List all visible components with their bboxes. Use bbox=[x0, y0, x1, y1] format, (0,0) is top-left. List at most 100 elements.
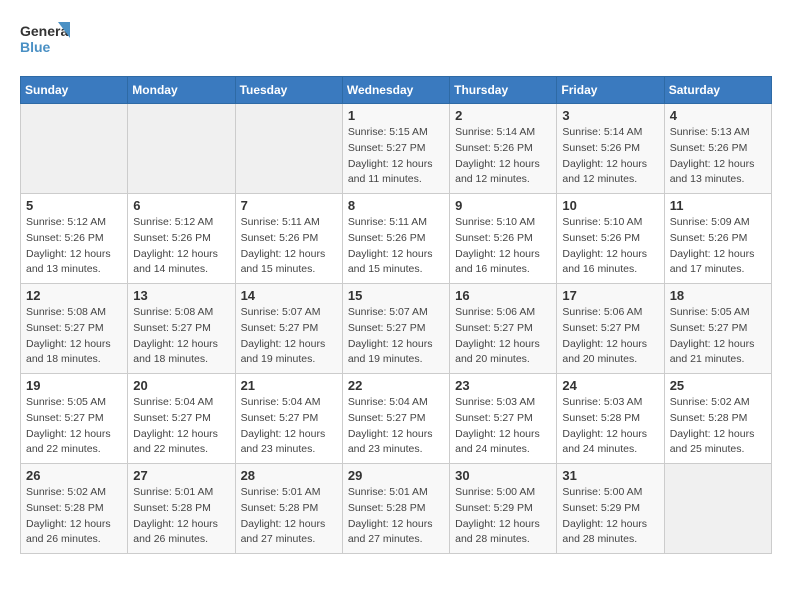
calendar-cell: 28 Sunrise: 5:01 AM Sunset: 5:28 PM Dayli… bbox=[235, 464, 342, 554]
calendar-cell bbox=[664, 464, 771, 554]
calendar-week-row: 5Sunrise: 5:12 AM Sunset: 5:26 PM Daylig… bbox=[21, 194, 772, 284]
day-number: 25 bbox=[670, 378, 766, 393]
day-info: Sunrise: 5:02 AM Sunset: 5:28 PM Dayligh… bbox=[670, 395, 766, 458]
day-number: 16 bbox=[455, 288, 551, 303]
page-header: GeneralBlue bbox=[20, 20, 772, 60]
calendar-cell: 8 Sunrise: 5:11 AM Sunset: 5:26 PM Daylig… bbox=[342, 194, 449, 284]
day-info: Sunrise: 5:01 AM Sunset: 5:28 PM Dayligh… bbox=[348, 485, 444, 548]
calendar-body: 1 Sunrise: 5:15 AM Sunset: 5:27 PM Daylig… bbox=[21, 104, 772, 554]
day-number: 31 bbox=[562, 468, 658, 483]
calendar-cell: 5Sunrise: 5:12 AM Sunset: 5:26 PM Daylig… bbox=[21, 194, 128, 284]
day-number: 10 bbox=[562, 198, 658, 213]
calendar-cell: 2Sunrise: 5:14 AM Sunset: 5:26 PM Daylig… bbox=[450, 104, 557, 194]
logo: GeneralBlue bbox=[20, 20, 70, 60]
day-number: 17 bbox=[562, 288, 658, 303]
calendar-cell: 23Sunrise: 5:03 AM Sunset: 5:27 PM Dayli… bbox=[450, 374, 557, 464]
day-info: Sunrise: 5:10 AM Sunset: 5:26 PM Dayligh… bbox=[455, 215, 551, 278]
calendar-cell: 20Sunrise: 5:04 AM Sunset: 5:27 PM Dayli… bbox=[128, 374, 235, 464]
calendar-cell: 25 Sunrise: 5:02 AM Sunset: 5:28 PM Dayli… bbox=[664, 374, 771, 464]
calendar-cell bbox=[128, 104, 235, 194]
weekday-header-saturday: Saturday bbox=[664, 77, 771, 104]
day-number: 12 bbox=[26, 288, 122, 303]
calendar-cell: 1 Sunrise: 5:15 AM Sunset: 5:27 PM Daylig… bbox=[342, 104, 449, 194]
weekday-header-sunday: Sunday bbox=[21, 77, 128, 104]
day-info: Sunrise: 5:09 AM Sunset: 5:26 PM Dayligh… bbox=[670, 215, 766, 278]
day-number: 6 bbox=[133, 198, 229, 213]
calendar-cell: 14 Sunrise: 5:07 AM Sunset: 5:27 PM Dayli… bbox=[235, 284, 342, 374]
calendar-cell: 21Sunrise: 5:04 AM Sunset: 5:27 PM Dayli… bbox=[235, 374, 342, 464]
calendar-week-row: 19 Sunrise: 5:05 AM Sunset: 5:27 PM Dayli… bbox=[21, 374, 772, 464]
weekday-header-tuesday: Tuesday bbox=[235, 77, 342, 104]
calendar-cell: 4 Sunrise: 5:13 AM Sunset: 5:26 PM Daylig… bbox=[664, 104, 771, 194]
day-number: 19 bbox=[26, 378, 122, 393]
logo-svg: GeneralBlue bbox=[20, 20, 70, 60]
day-number: 28 bbox=[241, 468, 337, 483]
calendar-cell: 12 Sunrise: 5:08 AM Sunset: 5:27 PM Dayli… bbox=[21, 284, 128, 374]
day-number: 1 bbox=[348, 108, 444, 123]
day-number: 22 bbox=[348, 378, 444, 393]
day-number: 27 bbox=[133, 468, 229, 483]
day-info: Sunrise: 5:05 AM Sunset: 5:27 PM Dayligh… bbox=[670, 305, 766, 368]
calendar-cell: 29 Sunrise: 5:01 AM Sunset: 5:28 PM Dayli… bbox=[342, 464, 449, 554]
day-info: Sunrise: 5:13 AM Sunset: 5:26 PM Dayligh… bbox=[670, 125, 766, 188]
weekday-header-wednesday: Wednesday bbox=[342, 77, 449, 104]
day-info: Sunrise: 5:01 AM Sunset: 5:28 PM Dayligh… bbox=[241, 485, 337, 548]
calendar-cell: 6 Sunrise: 5:12 AM Sunset: 5:26 PM Daylig… bbox=[128, 194, 235, 284]
day-info: Sunrise: 5:04 AM Sunset: 5:27 PM Dayligh… bbox=[133, 395, 229, 458]
day-number: 29 bbox=[348, 468, 444, 483]
day-info: Sunrise: 5:15 AM Sunset: 5:27 PM Dayligh… bbox=[348, 125, 444, 188]
calendar-cell: 15Sunrise: 5:07 AM Sunset: 5:27 PM Dayli… bbox=[342, 284, 449, 374]
day-info: Sunrise: 5:03 AM Sunset: 5:28 PM Dayligh… bbox=[562, 395, 658, 458]
day-info: Sunrise: 5:04 AM Sunset: 5:27 PM Dayligh… bbox=[241, 395, 337, 458]
day-number: 8 bbox=[348, 198, 444, 213]
calendar-cell: 19 Sunrise: 5:05 AM Sunset: 5:27 PM Dayli… bbox=[21, 374, 128, 464]
day-number: 15 bbox=[348, 288, 444, 303]
day-number: 7 bbox=[241, 198, 337, 213]
day-info: Sunrise: 5:05 AM Sunset: 5:27 PM Dayligh… bbox=[26, 395, 122, 458]
calendar-cell: 9 Sunrise: 5:10 AM Sunset: 5:26 PM Daylig… bbox=[450, 194, 557, 284]
weekday-header-row: SundayMondayTuesdayWednesdayThursdayFrid… bbox=[21, 77, 772, 104]
calendar-cell: 17 Sunrise: 5:06 AM Sunset: 5:27 PM Dayli… bbox=[557, 284, 664, 374]
calendar-cell bbox=[21, 104, 128, 194]
calendar-week-row: 26Sunrise: 5:02 AM Sunset: 5:28 PM Dayli… bbox=[21, 464, 772, 554]
calendar-cell: 22Sunrise: 5:04 AM Sunset: 5:27 PM Dayli… bbox=[342, 374, 449, 464]
day-number: 2 bbox=[455, 108, 551, 123]
weekday-header-friday: Friday bbox=[557, 77, 664, 104]
day-number: 11 bbox=[670, 198, 766, 213]
calendar-cell: 31 Sunrise: 5:00 AM Sunset: 5:29 PM Dayli… bbox=[557, 464, 664, 554]
svg-text:Blue: Blue bbox=[20, 39, 51, 55]
day-info: Sunrise: 5:01 AM Sunset: 5:28 PM Dayligh… bbox=[133, 485, 229, 548]
weekday-header-thursday: Thursday bbox=[450, 77, 557, 104]
day-info: Sunrise: 5:11 AM Sunset: 5:26 PM Dayligh… bbox=[241, 215, 337, 278]
day-info: Sunrise: 5:06 AM Sunset: 5:27 PM Dayligh… bbox=[455, 305, 551, 368]
day-info: Sunrise: 5:08 AM Sunset: 5:27 PM Dayligh… bbox=[26, 305, 122, 368]
calendar-cell: 16 Sunrise: 5:06 AM Sunset: 5:27 PM Dayli… bbox=[450, 284, 557, 374]
weekday-header-monday: Monday bbox=[128, 77, 235, 104]
day-info: Sunrise: 5:12 AM Sunset: 5:26 PM Dayligh… bbox=[26, 215, 122, 278]
calendar-cell: 18 Sunrise: 5:05 AM Sunset: 5:27 PM Dayli… bbox=[664, 284, 771, 374]
calendar-cell: 11 Sunrise: 5:09 AM Sunset: 5:26 PM Dayli… bbox=[664, 194, 771, 284]
day-info: Sunrise: 5:10 AM Sunset: 5:26 PM Dayligh… bbox=[562, 215, 658, 278]
day-info: Sunrise: 5:07 AM Sunset: 5:27 PM Dayligh… bbox=[241, 305, 337, 368]
day-info: Sunrise: 5:06 AM Sunset: 5:27 PM Dayligh… bbox=[562, 305, 658, 368]
calendar-cell bbox=[235, 104, 342, 194]
day-number: 4 bbox=[670, 108, 766, 123]
calendar-table: SundayMondayTuesdayWednesdayThursdayFrid… bbox=[20, 76, 772, 554]
calendar-cell: 13 Sunrise: 5:08 AM Sunset: 5:27 PM Dayli… bbox=[128, 284, 235, 374]
day-info: Sunrise: 5:00 AM Sunset: 5:29 PM Dayligh… bbox=[562, 485, 658, 548]
day-number: 9 bbox=[455, 198, 551, 213]
calendar-cell: 10 Sunrise: 5:10 AM Sunset: 5:26 PM Dayli… bbox=[557, 194, 664, 284]
day-number: 23 bbox=[455, 378, 551, 393]
day-info: Sunrise: 5:08 AM Sunset: 5:27 PM Dayligh… bbox=[133, 305, 229, 368]
day-number: 13 bbox=[133, 288, 229, 303]
calendar-cell: 27 Sunrise: 5:01 AM Sunset: 5:28 PM Dayli… bbox=[128, 464, 235, 554]
calendar-cell: 26Sunrise: 5:02 AM Sunset: 5:28 PM Dayli… bbox=[21, 464, 128, 554]
day-number: 18 bbox=[670, 288, 766, 303]
day-info: Sunrise: 5:00 AM Sunset: 5:29 PM Dayligh… bbox=[455, 485, 551, 548]
day-info: Sunrise: 5:12 AM Sunset: 5:26 PM Dayligh… bbox=[133, 215, 229, 278]
day-number: 14 bbox=[241, 288, 337, 303]
calendar-cell: 30Sunrise: 5:00 AM Sunset: 5:29 PM Dayli… bbox=[450, 464, 557, 554]
calendar-header: SundayMondayTuesdayWednesdayThursdayFrid… bbox=[21, 77, 772, 104]
day-number: 26 bbox=[26, 468, 122, 483]
day-info: Sunrise: 5:11 AM Sunset: 5:26 PM Dayligh… bbox=[348, 215, 444, 278]
